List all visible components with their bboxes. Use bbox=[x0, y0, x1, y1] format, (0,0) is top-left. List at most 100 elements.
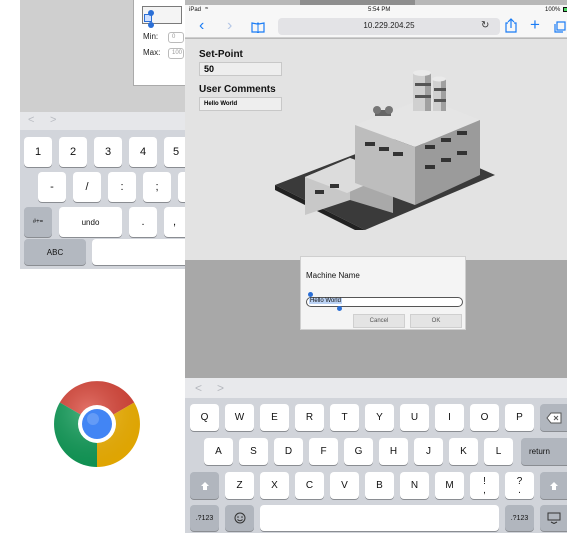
numbers-key-right[interactable]: .?123 bbox=[505, 505, 534, 531]
machine-name-input-value: Hello World bbox=[309, 298, 342, 304]
key-partial[interactable] bbox=[178, 172, 185, 202]
wifi-icon: ≈ bbox=[205, 6, 209, 12]
bookmarks-icon[interactable] bbox=[251, 20, 265, 34]
user-comments-value[interactable]: Hello World bbox=[199, 97, 282, 111]
key-question-bottom: . bbox=[518, 484, 521, 496]
key-b[interactable]: B bbox=[365, 472, 394, 499]
back-nav-forward-icon[interactable]: > bbox=[50, 114, 56, 126]
cancel-button[interactable]: Cancel bbox=[353, 314, 405, 328]
key-5[interactable]: 5 bbox=[164, 137, 185, 167]
key-space-partial[interactable] bbox=[92, 239, 185, 265]
key-question[interactable]: ? . bbox=[505, 472, 534, 499]
key-m[interactable]: M bbox=[435, 472, 464, 499]
numbers-key-left[interactable]: .?123 bbox=[190, 505, 219, 531]
selection-handle-icon[interactable] bbox=[148, 10, 154, 16]
next-field-icon[interactable]: > bbox=[217, 381, 224, 395]
new-tab-icon[interactable]: + bbox=[530, 15, 540, 35]
key-period[interactable]: . bbox=[129, 207, 157, 237]
back-nav-back-icon[interactable]: < bbox=[28, 114, 34, 126]
key-exclamation[interactable]: ! , bbox=[470, 472, 499, 499]
emoji-key[interactable] bbox=[225, 505, 254, 531]
machine-name-dialog: Machine Name Hello World Cancel OK bbox=[300, 256, 466, 330]
max-label: Max: bbox=[143, 48, 161, 57]
key-n[interactable]: N bbox=[400, 472, 429, 499]
key-4[interactable]: 4 bbox=[129, 137, 157, 167]
key-3[interactable]: 3 bbox=[94, 137, 122, 167]
onscreen-keyboard: Q W E R T Y U I O P A S D F G H J K L re… bbox=[185, 398, 567, 533]
url-text: 10.229.204.25 bbox=[363, 21, 415, 30]
max-input[interactable]: 100 bbox=[168, 48, 184, 59]
factory-illustration bbox=[275, 65, 495, 235]
url-bar[interactable]: 10.229.204.25 ↻ bbox=[278, 18, 500, 35]
reload-icon[interactable]: ↻ bbox=[481, 20, 489, 31]
key-l[interactable]: L bbox=[484, 438, 513, 465]
key-dash[interactable]: - bbox=[38, 172, 66, 202]
key-t[interactable]: T bbox=[330, 404, 359, 431]
shift-key[interactable] bbox=[190, 472, 219, 499]
chrome-logo-icon bbox=[54, 381, 140, 467]
emoji-icon bbox=[234, 512, 245, 524]
key-d[interactable]: D bbox=[274, 438, 303, 465]
key-x[interactable]: X bbox=[260, 472, 289, 499]
key-r[interactable]: R bbox=[295, 404, 324, 431]
setpoint-label: Set-Point bbox=[199, 49, 243, 60]
tabs-icon[interactable] bbox=[554, 20, 566, 33]
key-semicolon[interactable]: ; bbox=[143, 172, 171, 202]
shift-key-right[interactable] bbox=[540, 472, 567, 499]
setpoint-value[interactable]: 50 bbox=[199, 62, 282, 76]
ok-button[interactable]: OK bbox=[410, 314, 462, 328]
key-g[interactable]: G bbox=[344, 438, 373, 465]
key-comma[interactable]: , bbox=[164, 207, 185, 237]
share-icon[interactable] bbox=[505, 18, 517, 33]
key-a[interactable]: A bbox=[204, 438, 233, 465]
web-content: Set-Point 50 User Comments Hello World bbox=[185, 39, 567, 260]
back-icon[interactable]: ‹ bbox=[199, 17, 204, 35]
browser-nav-bar: ‹ › 10.229.204.25 ↻ + bbox=[185, 15, 567, 38]
space-bar[interactable] bbox=[260, 505, 499, 531]
key-h[interactable]: H bbox=[379, 438, 408, 465]
keyboard-hide-icon bbox=[547, 512, 560, 524]
key-j[interactable]: J bbox=[414, 438, 443, 465]
time-label: 5:54 PM bbox=[368, 7, 391, 13]
selection-start-handle-icon[interactable] bbox=[308, 292, 313, 297]
key-c[interactable]: C bbox=[295, 472, 324, 499]
shift-icon bbox=[200, 481, 209, 490]
key-i[interactable]: I bbox=[435, 404, 464, 431]
key-s[interactable]: S bbox=[239, 438, 268, 465]
key-abc[interactable]: ABC bbox=[24, 239, 86, 265]
forward-icon[interactable]: › bbox=[227, 17, 232, 35]
return-key[interactable]: return bbox=[521, 438, 567, 465]
key-y[interactable]: Y bbox=[365, 404, 394, 431]
prev-field-icon[interactable]: < bbox=[195, 381, 202, 395]
key-w[interactable]: W bbox=[225, 404, 254, 431]
key-z[interactable]: Z bbox=[225, 472, 254, 499]
key-2[interactable]: 2 bbox=[59, 137, 87, 167]
min-input[interactable]: 0 bbox=[168, 32, 184, 43]
factory-icon bbox=[275, 70, 495, 235]
key-q[interactable]: Q bbox=[190, 404, 219, 431]
delete-key[interactable] bbox=[540, 404, 567, 431]
key-1[interactable]: 1 bbox=[24, 137, 52, 167]
backspace-icon bbox=[545, 412, 561, 423]
key-f[interactable]: F bbox=[309, 438, 338, 465]
key-e[interactable]: E bbox=[260, 404, 289, 431]
key-colon[interactable]: : bbox=[108, 172, 136, 202]
key-k[interactable]: K bbox=[449, 438, 478, 465]
back-keyboard-nav-bar: < > bbox=[20, 112, 185, 130]
selection-handle-icon[interactable] bbox=[148, 22, 154, 28]
key-o[interactable]: O bbox=[470, 404, 499, 431]
shift-icon bbox=[549, 481, 558, 490]
battery-percent: 100% bbox=[545, 7, 561, 13]
battery-icon bbox=[563, 7, 567, 12]
key-u[interactable]: U bbox=[400, 404, 429, 431]
key-slash[interactable]: / bbox=[73, 172, 101, 202]
carrier-label: iPad bbox=[189, 7, 202, 13]
key-undo[interactable]: undo bbox=[59, 207, 122, 237]
key-v[interactable]: V bbox=[330, 472, 359, 499]
key-symbols[interactable]: #+= bbox=[24, 207, 52, 237]
dialog-title: Machine Name bbox=[306, 271, 360, 280]
selection-end-handle-icon[interactable] bbox=[337, 306, 342, 311]
min-label: Min: bbox=[143, 32, 159, 41]
dismiss-keyboard-key[interactable] bbox=[540, 505, 567, 531]
key-p[interactable]: P bbox=[505, 404, 534, 431]
